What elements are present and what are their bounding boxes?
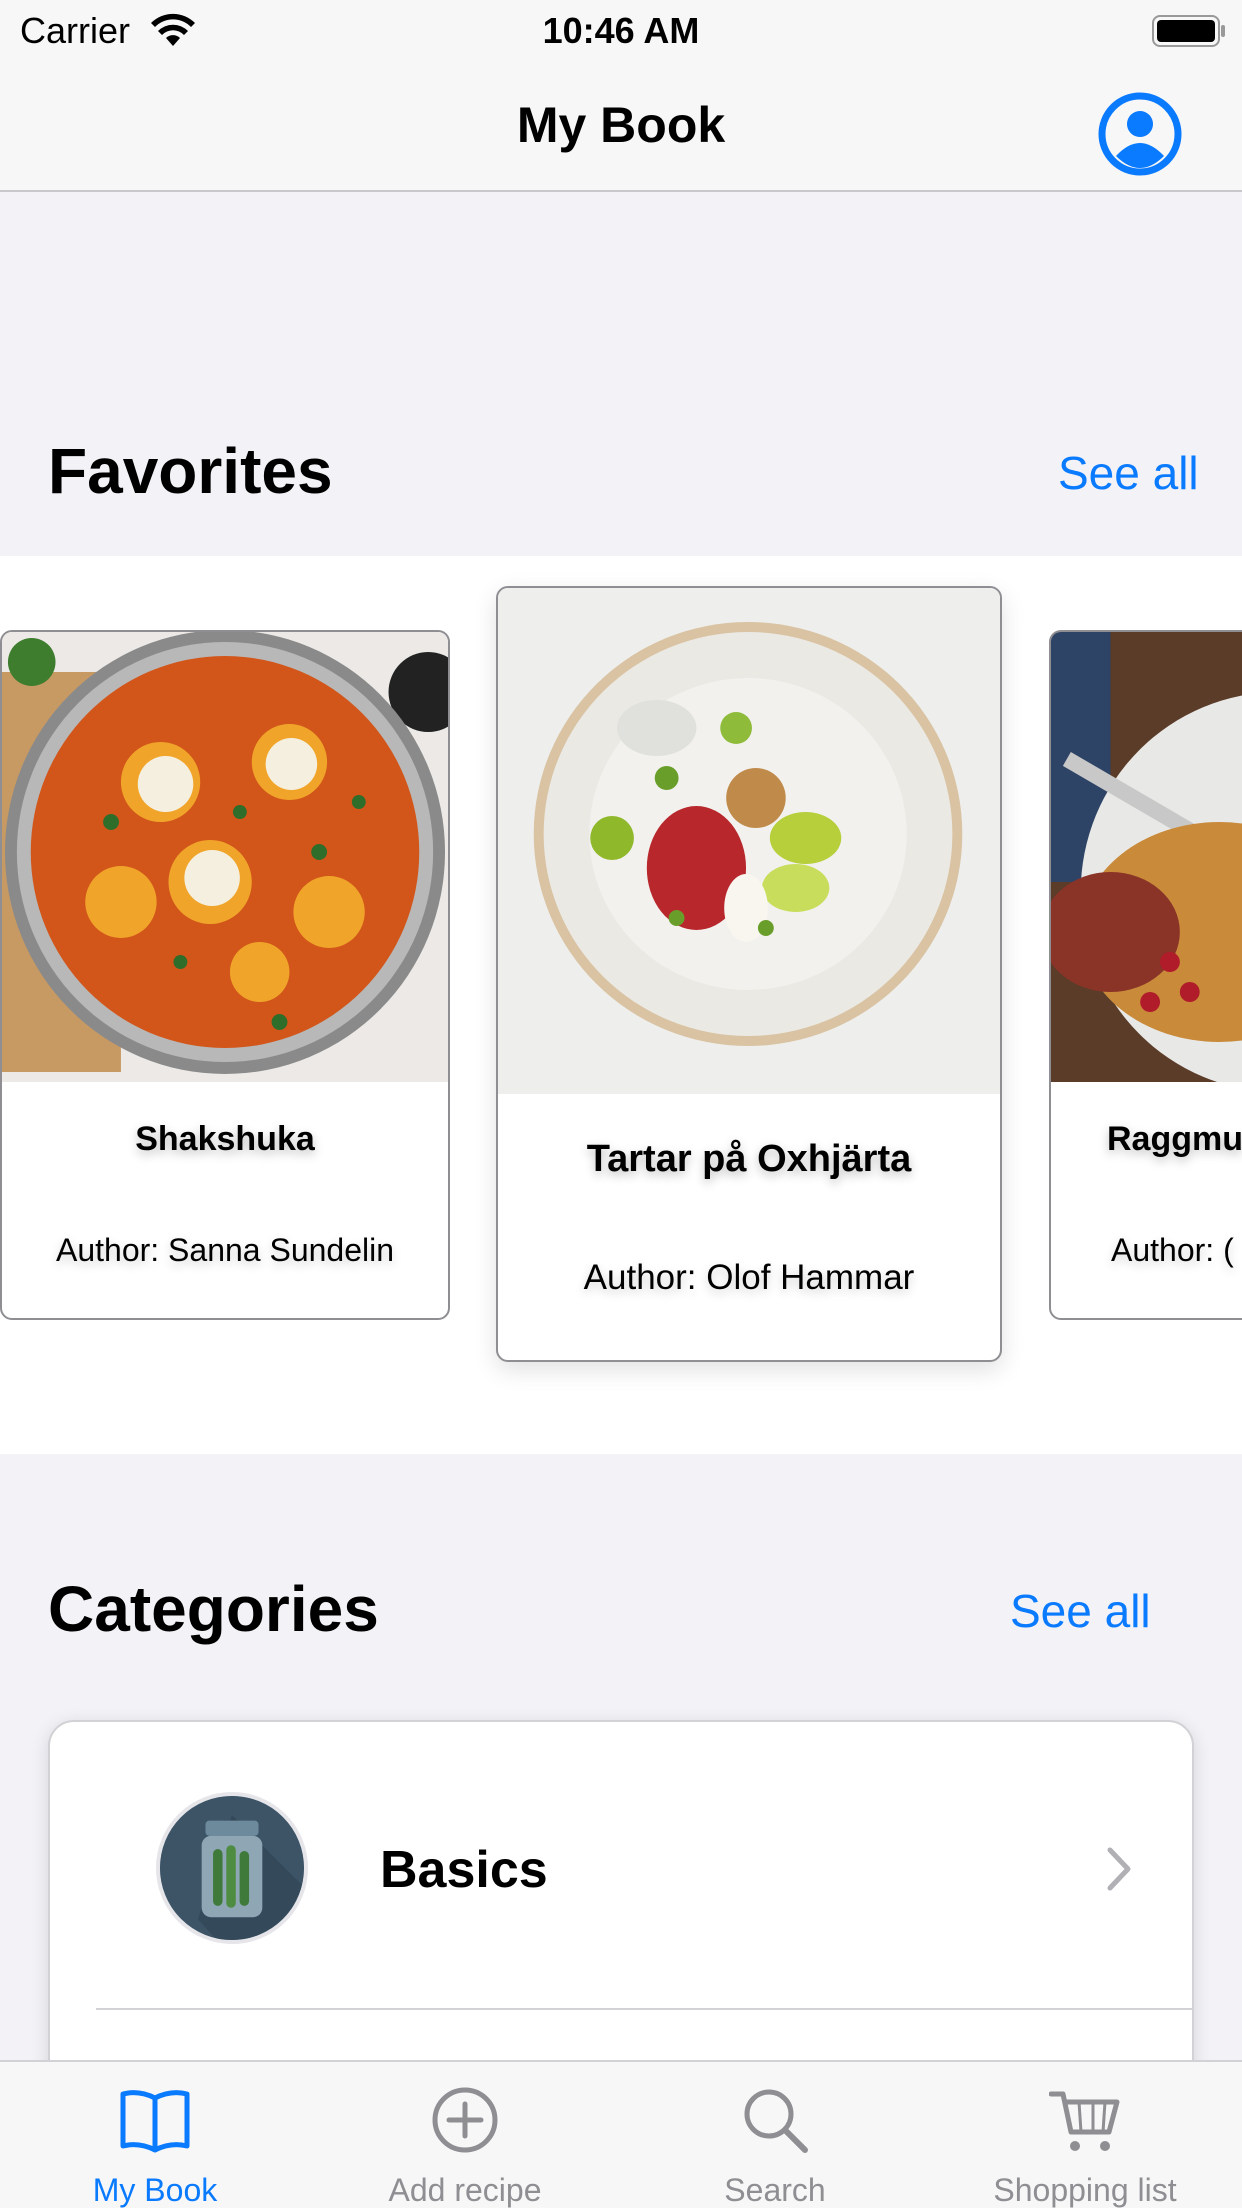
tab-my-book[interactable]: My Book xyxy=(0,2062,310,2208)
recipe-author: Author: Olof Hammar xyxy=(583,1258,915,1297)
jar-icon xyxy=(156,1792,308,1944)
tab-label: Shopping list xyxy=(993,2172,1177,2208)
recipe-card-tartar[interactable]: Tartar på Oxhjärta Author: Olof Hammar xyxy=(496,586,1002,1362)
category-row-basics[interactable]: Basics xyxy=(50,1722,1192,2010)
categories-see-all-link[interactable]: See all xyxy=(1010,1584,1151,1638)
recipe-author: Author: Sanna Sundelin xyxy=(55,1232,395,1268)
profile-icon[interactable] xyxy=(1096,90,1184,178)
tab-label: Search xyxy=(724,2172,826,2208)
divider xyxy=(96,2008,1192,2010)
categories-heading: Categories xyxy=(48,1573,379,1645)
recipe-author: Author: ( xyxy=(1111,1232,1234,1268)
tab-bar: My Book Add recipe Search Shopping list xyxy=(0,2060,1242,2208)
status-time: 10:46 AM xyxy=(542,10,700,51)
favorites-heading: Favorites xyxy=(48,435,333,507)
recipe-title: Raggmu xyxy=(1107,1120,1242,1158)
favorites-carousel[interactable]: Shakshuka Author: Sanna Sundelin Tartar … xyxy=(0,556,1242,1454)
tab-label: Add recipe xyxy=(388,2172,542,2208)
recipe-card-shakshuka[interactable]: Shakshuka Author: Sanna Sundelin xyxy=(0,630,450,1320)
recipe-image xyxy=(2,632,448,1082)
status-bar: Carrier 10:46 AM xyxy=(0,0,1242,62)
navigation-bar: My Book xyxy=(0,62,1242,192)
tab-shopping-list[interactable]: Shopping list xyxy=(930,2062,1240,2208)
recipe-image xyxy=(1051,632,1242,1082)
tab-search[interactable]: Search xyxy=(620,2062,930,2208)
magnifier-icon xyxy=(744,2089,808,2153)
chevron-right-icon xyxy=(1107,1847,1131,1891)
tab-add-recipe[interactable]: Add recipe xyxy=(310,2062,620,2208)
favorites-see-all-link[interactable]: See all xyxy=(1058,446,1199,500)
cart-icon xyxy=(1049,2091,1120,2151)
recipe-card-raggmunk[interactable]: Raggmu Author: ( xyxy=(1049,630,1242,1320)
recipe-title: Tartar på Oxhjärta xyxy=(586,1138,912,1180)
recipe-image xyxy=(498,588,1000,1094)
battery-icon xyxy=(1152,15,1225,47)
page-title: My Book xyxy=(516,97,726,153)
recipe-title: Shakshuka xyxy=(135,1120,315,1158)
book-icon xyxy=(120,2090,190,2153)
plus-circle-icon xyxy=(432,2087,498,2153)
tab-label: My Book xyxy=(92,2172,218,2208)
category-label: Basics xyxy=(380,1841,548,1899)
